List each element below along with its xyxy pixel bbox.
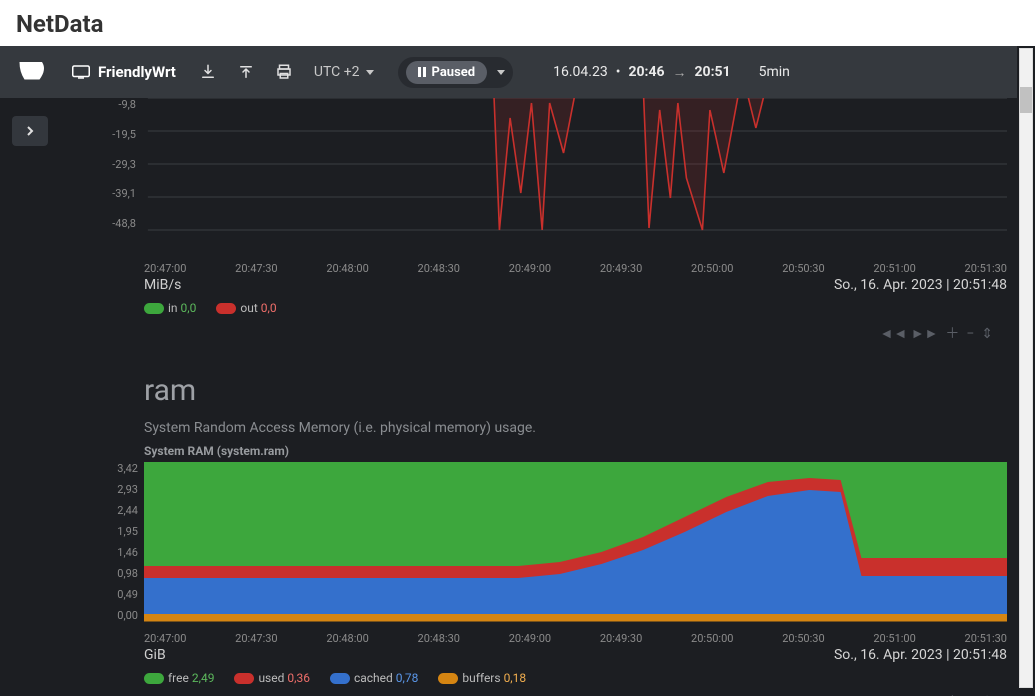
ytick: 1,46	[88, 546, 138, 559]
net-chart-controls[interactable]: ◄◄ ►► ＋ − ⇕	[880, 323, 993, 343]
legend-out[interactable]: out 0,0	[216, 301, 276, 315]
legend-buffers[interactable]: buffers 0,18	[438, 671, 526, 685]
time-range-display[interactable]: 16.04.23 • 20:46 → 20:51	[553, 64, 730, 81]
xtick: 20:47:00	[144, 632, 186, 645]
ytick: 0,98	[88, 567, 138, 580]
arrow-right-icon: →	[673, 64, 687, 81]
ytick: 1,95	[88, 525, 138, 538]
sidebar-expand-button[interactable]	[12, 116, 48, 146]
ytick: 2,44	[88, 504, 138, 517]
xtick: 20:49:00	[509, 632, 551, 645]
xtick: 20:51:30	[965, 262, 1007, 275]
pause-menu-caret[interactable]	[497, 70, 505, 75]
ytick: -19,5	[88, 128, 136, 141]
download-button[interactable]	[194, 58, 222, 86]
net-x-axis: 20:47:00 20:47:30 20:48:00 20:48:30 20:4…	[88, 258, 1007, 275]
xtick: 20:48:30	[418, 262, 460, 275]
main-content: -9,8 -19,5 -29,3 -39,1 -48,8 20:47:00	[88, 98, 1007, 696]
legend-cached[interactable]: cached 0,78	[330, 671, 418, 685]
pause-label: Paused	[432, 65, 476, 80]
chevron-right-icon	[25, 126, 35, 136]
page-title: NetData	[0, 0, 1035, 46]
timezone-select[interactable]: UTC +2	[314, 64, 374, 80]
download-icon	[199, 63, 217, 81]
ytick: -48,8	[88, 217, 136, 230]
ytick: 2,93	[88, 483, 138, 496]
xtick: 20:50:30	[782, 262, 824, 275]
xtick: 20:50:00	[691, 632, 733, 645]
ytick: 3,42	[88, 462, 138, 475]
pause-button[interactable]: Paused	[406, 61, 488, 84]
xtick: 20:51:00	[873, 632, 915, 645]
topbar: FriendlyWrt UTC +2 Paused 16.04.23 • 20:…	[0, 46, 1017, 98]
ytick: 0,49	[88, 588, 138, 601]
range-label: 5min	[759, 64, 790, 80]
play-pause-control: Paused	[398, 57, 514, 88]
ram-y-axis: 3,42 2,93 2,44 1,95 1,46 0,98 0,49 0,00	[88, 462, 138, 622]
xtick: 20:49:30	[600, 262, 642, 275]
app-frame: FriendlyWrt UTC +2 Paused 16.04.23 • 20:…	[0, 46, 1035, 696]
xtick: 20:49:30	[600, 632, 642, 645]
from-time: 20:46	[628, 64, 664, 80]
ytick: -29,3	[88, 158, 136, 171]
to-time: 20:51	[695, 64, 731, 80]
ram-timestamp: So., 16. Apr. 2023 | 20:51:48	[834, 647, 1007, 663]
ram-subtitle: System RAM (system.ram)	[88, 442, 1007, 462]
ytick: -39,1	[88, 187, 136, 200]
ram-unit: GiB	[144, 647, 166, 663]
legend-in[interactable]: in 0,0	[144, 301, 196, 315]
upload-button[interactable]	[232, 58, 260, 86]
chevron-down-icon	[366, 70, 374, 75]
net-plot	[88, 98, 1007, 240]
ram-chart[interactable]: 3,42 2,93 2,44 1,95 1,46 0,98 0,49 0,00	[88, 462, 1007, 696]
net-legend: in 0,0 out 0,0	[88, 293, 1007, 315]
ram-legend: free 2,49 used 0,36 cached 0,78 buffers …	[88, 663, 1007, 685]
ram-x-axis: 20:47:00 20:47:30 20:48:00 20:48:30 20:4…	[88, 628, 1007, 645]
xtick: 20:50:30	[782, 632, 824, 645]
timezone-label: UTC +2	[314, 64, 360, 80]
print-icon	[275, 63, 293, 81]
xtick: 20:50:00	[691, 262, 733, 275]
node-selector[interactable]: FriendlyWrt	[72, 63, 176, 81]
xtick: 20:48:00	[326, 632, 368, 645]
node-name: FriendlyWrt	[98, 63, 176, 81]
monitor-icon	[72, 65, 90, 79]
netdata-logo[interactable]	[10, 50, 54, 94]
net-timestamp: So., 16. Apr. 2023 | 20:51:48	[834, 277, 1007, 293]
xtick: 20:47:30	[235, 632, 277, 645]
legend-free[interactable]: free 2,49	[144, 671, 214, 685]
date-label: 16.04.23	[553, 64, 608, 80]
net-unit: MiB/s	[144, 277, 181, 293]
xtick: 20:48:30	[418, 632, 460, 645]
ram-section-desc: System Random Access Memory (i.e. physic…	[88, 420, 1007, 442]
ram-section-heading: ram	[88, 333, 1007, 420]
net-y-axis: -9,8 -19,5 -29,3 -39,1 -48,8	[88, 98, 136, 230]
ram-chart-controls[interactable]: ◄◄ ►► ＋ − ⇕	[88, 685, 1007, 696]
upload-icon	[237, 63, 255, 81]
xtick: 20:47:30	[235, 262, 277, 275]
logo-icon	[17, 57, 47, 87]
dot: •	[616, 64, 621, 80]
vertical-scrollbar[interactable]	[1019, 48, 1033, 688]
xtick: 20:48:00	[326, 262, 368, 275]
ram-plot	[144, 462, 1007, 628]
xtick: 20:51:00	[873, 262, 915, 275]
print-button[interactable]	[270, 58, 298, 86]
pause-icon	[418, 67, 426, 77]
xtick: 20:49:00	[509, 262, 551, 275]
legend-used[interactable]: used 0,36	[234, 671, 310, 685]
ytick: -9,8	[88, 98, 136, 111]
xtick: 20:47:00	[144, 262, 186, 275]
ytick: 0,00	[88, 609, 138, 622]
network-chart[interactable]: -9,8 -19,5 -29,3 -39,1 -48,8 20:47:00	[88, 98, 1007, 315]
scroll-thumb[interactable]	[1020, 87, 1032, 113]
xtick: 20:51:30	[965, 632, 1007, 645]
